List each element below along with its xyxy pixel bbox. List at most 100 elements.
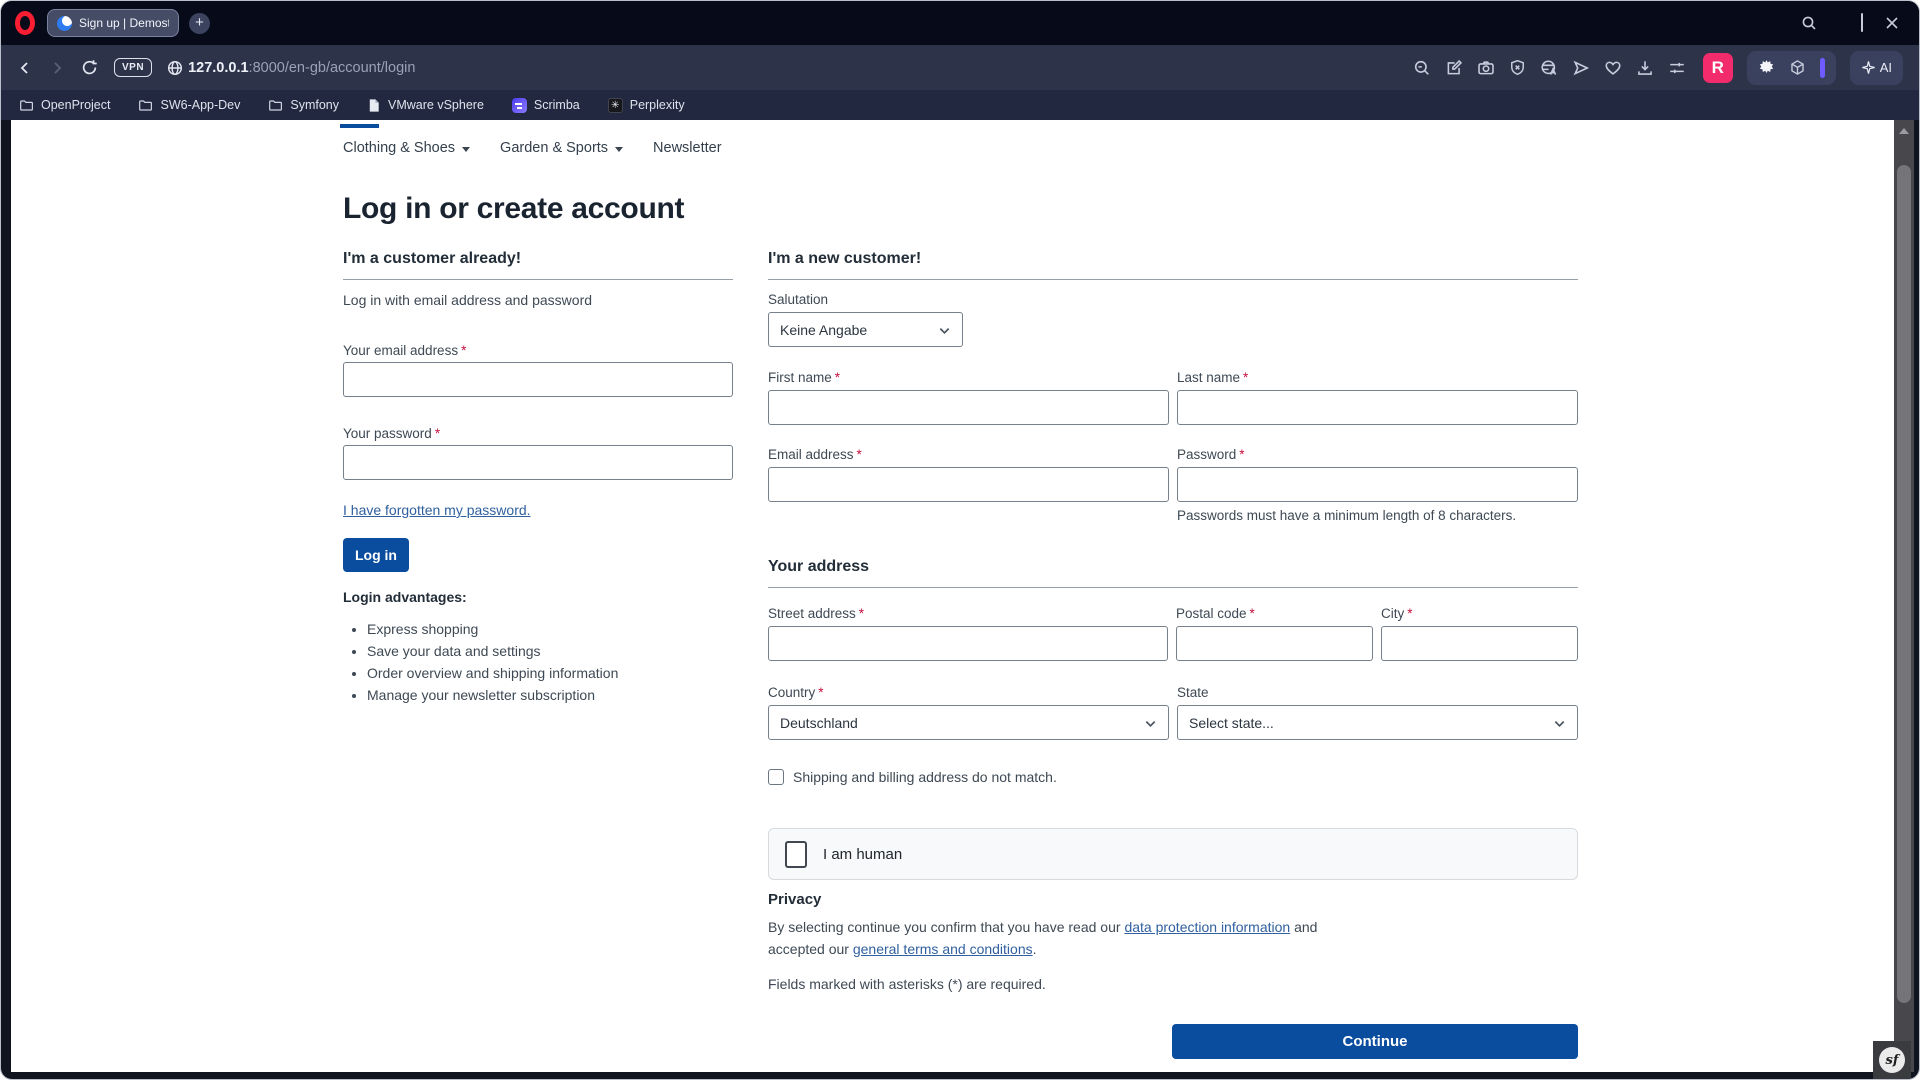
chevron-down-icon bbox=[1554, 721, 1565, 728]
vpn-badge[interactable]: VPN bbox=[114, 58, 153, 77]
web-page: Clothing & Shoes Garden & Sports Newslet… bbox=[11, 120, 1894, 1072]
extensions-pill bbox=[1746, 50, 1836, 85]
register-email-label: Email address * bbox=[768, 447, 862, 462]
chevron-down-icon bbox=[615, 146, 624, 152]
register-password-label: Password * bbox=[1177, 447, 1245, 462]
aria-ai-label: AI bbox=[1879, 60, 1892, 75]
tune-sliders-icon[interactable] bbox=[1668, 59, 1686, 77]
maximize-button[interactable] bbox=[1861, 13, 1863, 32]
opera-logo-icon[interactable] bbox=[15, 11, 35, 35]
city-input[interactable] bbox=[1381, 626, 1578, 661]
url-host: 127.0.0.1 bbox=[188, 59, 249, 76]
aria-ai-button[interactable]: AI bbox=[1849, 50, 1903, 85]
shipping-differs-label: Shipping and billing address do not matc… bbox=[793, 769, 1057, 785]
bookmark-vmware-vsphere[interactable]: VMware vSphere bbox=[367, 98, 484, 113]
shopware-favicon-icon bbox=[57, 15, 72, 31]
login-button[interactable]: Log in bbox=[343, 538, 409, 572]
nav-clothing-shoes[interactable]: Clothing & Shoes bbox=[343, 140, 471, 156]
continue-button[interactable]: Continue bbox=[1172, 1024, 1578, 1059]
captcha-label: I am human bbox=[823, 845, 903, 863]
register-column: I'm a new customer! Salutation Keine Ang… bbox=[768, 248, 1578, 1059]
last-name-label: Last name * bbox=[1177, 370, 1249, 385]
divider bbox=[768, 279, 1578, 280]
state-select[interactable]: Select state... bbox=[1177, 705, 1578, 740]
bookmarks-bar: OpenProject SW6-App-Dev Symfony VMware v… bbox=[1, 90, 1919, 120]
shop-nav: Clothing & Shoes Garden & Sports Newslet… bbox=[343, 140, 722, 156]
chevron-down-icon bbox=[1145, 721, 1156, 728]
privacy-heading: Privacy bbox=[768, 891, 822, 908]
captcha-checkbox[interactable] bbox=[785, 840, 807, 868]
street-label: Street address * bbox=[768, 606, 865, 621]
scroll-up-arrow-icon[interactable] bbox=[1899, 128, 1909, 134]
downloads-icon[interactable] bbox=[1636, 59, 1654, 77]
scrimba-logo-icon bbox=[511, 97, 527, 113]
login-email-input[interactable] bbox=[343, 362, 733, 397]
tab-title: Sign up | Demostore bbox=[79, 16, 169, 30]
send-to-device-icon[interactable] bbox=[1572, 59, 1590, 77]
city-label: City * bbox=[1381, 606, 1413, 621]
terms-conditions-link[interactable]: general terms and conditions bbox=[853, 941, 1033, 957]
r-extension-badge[interactable]: R bbox=[1702, 52, 1733, 83]
login-advantages-list: Express shopping Save your data and sett… bbox=[367, 618, 733, 706]
list-item: Express shopping bbox=[367, 618, 733, 640]
bookmark-symfony[interactable]: Symfony bbox=[268, 98, 339, 113]
bookmark-sw6-app-dev[interactable]: SW6-App-Dev bbox=[138, 98, 240, 113]
tab-search-icon[interactable] bbox=[1801, 15, 1817, 31]
reload-button[interactable] bbox=[81, 59, 98, 76]
address-bar[interactable]: 127.0.0.1:8000/en-gb/account/login bbox=[188, 60, 415, 76]
address-heading: Your address bbox=[768, 558, 870, 575]
salutation-select[interactable]: Keine Angabe bbox=[768, 312, 963, 347]
street-input[interactable] bbox=[768, 626, 1168, 661]
page-scrollbar[interactable] bbox=[1894, 120, 1914, 1072]
list-item: Save your data and settings bbox=[367, 640, 733, 662]
address-toolbar: VPN 127.0.0.1:8000/en-gb/account/login R… bbox=[1, 45, 1919, 90]
register-email-input[interactable] bbox=[768, 467, 1169, 502]
favorites-heart-icon[interactable] bbox=[1604, 59, 1622, 77]
bookmark-perplexity[interactable]: ✳ Perplexity bbox=[607, 97, 685, 113]
nav-newsletter[interactable]: Newsletter bbox=[653, 140, 722, 156]
site-info-globe-icon[interactable] bbox=[166, 59, 184, 77]
close-button[interactable] bbox=[1885, 16, 1899, 30]
divider bbox=[768, 587, 1578, 588]
adblock-shield-icon[interactable] bbox=[1509, 59, 1526, 76]
list-item: Order overview and shipping information bbox=[367, 662, 733, 684]
snapshot-edit-icon[interactable] bbox=[1445, 59, 1463, 77]
extensions-icon[interactable] bbox=[1758, 59, 1775, 76]
back-button[interactable] bbox=[17, 60, 33, 76]
scrollbar-thumb[interactable] bbox=[1897, 165, 1911, 1003]
salutation-label: Salutation bbox=[768, 292, 829, 307]
password-hint: Passwords must have a minimum length of … bbox=[1177, 508, 1517, 523]
page-search-icon[interactable] bbox=[1413, 59, 1431, 77]
translate-icon[interactable] bbox=[1540, 59, 1558, 77]
bookmark-openproject[interactable]: OpenProject bbox=[19, 98, 110, 113]
new-tab-button[interactable]: + bbox=[189, 12, 210, 34]
document-icon bbox=[369, 98, 379, 112]
sidebar-cube-icon[interactable] bbox=[1789, 59, 1806, 76]
nav-garden-sports[interactable]: Garden & Sports bbox=[500, 140, 624, 156]
list-item: Manage your newsletter subscription bbox=[367, 684, 733, 706]
first-name-input[interactable] bbox=[768, 390, 1169, 425]
country-select[interactable]: Deutschland bbox=[768, 705, 1169, 740]
login-advantages-heading: Login advantages: bbox=[343, 589, 467, 605]
login-password-input[interactable] bbox=[343, 445, 733, 480]
browser-window: Sign up | Demostore + VPN 127. bbox=[0, 0, 1920, 1080]
login-email-label: Your email address * bbox=[343, 343, 467, 358]
last-name-input[interactable] bbox=[1177, 390, 1578, 425]
bookmark-scrimba[interactable]: Scrimba bbox=[511, 97, 580, 113]
postal-code-input[interactable] bbox=[1176, 626, 1373, 661]
data-protection-link[interactable]: data protection information bbox=[1124, 919, 1290, 935]
tab-bar: Sign up | Demostore + bbox=[1, 1, 1919, 45]
register-password-input[interactable] bbox=[1177, 467, 1578, 502]
captcha-box: I am human bbox=[768, 828, 1578, 880]
divider bbox=[343, 279, 733, 280]
shipping-differs-checkbox[interactable] bbox=[768, 769, 784, 785]
state-label: State bbox=[1177, 685, 1209, 700]
browser-tab[interactable]: Sign up | Demostore bbox=[47, 9, 179, 37]
login-intro: Log in with email address and password bbox=[343, 292, 593, 308]
forgot-password-link[interactable]: I have forgotten my password. bbox=[343, 502, 531, 518]
forward-button[interactable] bbox=[49, 60, 65, 76]
screenshot-camera-icon[interactable] bbox=[1477, 59, 1495, 77]
symfony-profiler-badge[interactable]: sf bbox=[1873, 1041, 1911, 1079]
privacy-paragraph: By selecting continue you confirm that y… bbox=[768, 919, 1318, 957]
required-fields-note: Fields marked with asterisks (*) are req… bbox=[768, 976, 1046, 992]
